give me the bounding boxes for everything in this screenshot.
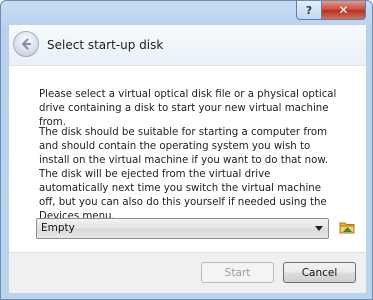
disk-select-value: Empty	[41, 222, 75, 234]
chevron-down-icon	[315, 226, 323, 231]
start-button[interactable]: Start	[201, 262, 274, 283]
titlebar-buttons: ? ✕	[296, 1, 366, 20]
dialog-window: ? ✕ Select start-up disk Please select a…	[0, 0, 373, 300]
back-arrow-icon	[21, 38, 32, 50]
disk-select-dropdown[interactable]: Empty	[36, 218, 329, 239]
button-bar: Start Cancel	[9, 252, 366, 293]
wizard-header: Select start-up disk	[9, 25, 366, 66]
description-text: The disk should be suitable for starting…	[39, 127, 328, 222]
content-panel: Please select a virtual optical disk fil…	[9, 66, 366, 252]
help-button[interactable]: ?	[296, 1, 322, 20]
close-button[interactable]: ✕	[322, 1, 366, 20]
browse-disk-button[interactable]	[339, 219, 356, 236]
cancel-button[interactable]: Cancel	[283, 262, 356, 283]
folder-browse-icon	[339, 222, 355, 234]
back-button[interactable]	[13, 31, 39, 57]
page-title: Select start-up disk	[47, 38, 164, 52]
intro-text: Please select a virtual optical disk fil…	[39, 89, 337, 128]
